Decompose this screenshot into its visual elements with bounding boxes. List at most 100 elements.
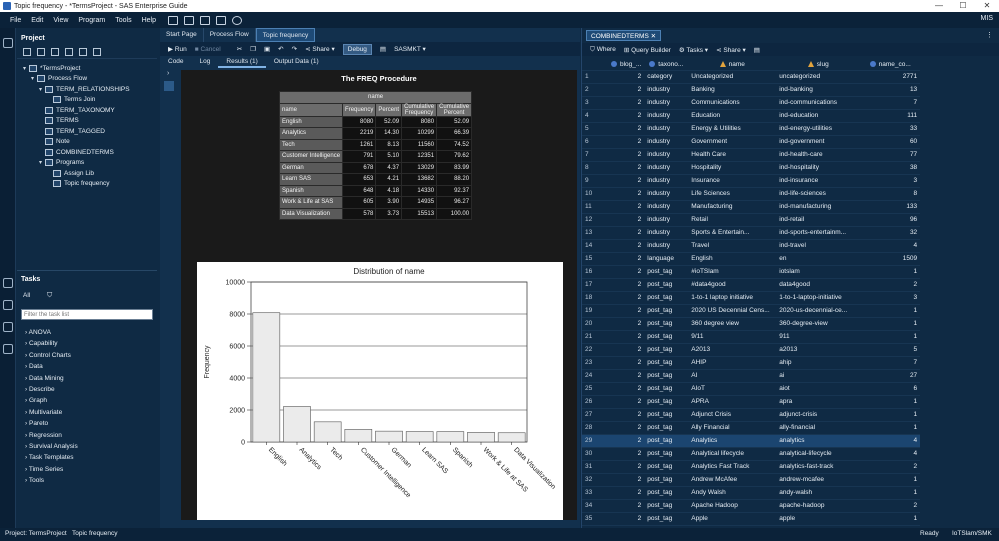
- row-number[interactable]: 2: [582, 83, 608, 97]
- task-category[interactable]: › Pareto: [25, 419, 48, 429]
- grid-cell[interactable]: AI: [688, 369, 777, 383]
- copy-icon[interactable]: ❐: [250, 45, 256, 53]
- task-category[interactable]: › ANOVA: [25, 328, 51, 338]
- row-number[interactable]: 35: [582, 512, 608, 526]
- grid-cell[interactable]: 911: [776, 330, 861, 344]
- task-category[interactable]: › Capability: [25, 339, 58, 349]
- grid-cell[interactable]: ai: [776, 369, 861, 383]
- grid-cell[interactable]: post_tag: [644, 434, 689, 448]
- close-button[interactable]: ✕: [975, 0, 999, 12]
- grid-cell[interactable]: AIoT: [688, 382, 777, 396]
- grid-cell[interactable]: 2: [860, 278, 921, 292]
- filter-icon[interactable]: ⛉: [47, 292, 52, 300]
- grid-cell[interactable]: 2: [607, 265, 645, 279]
- grid-cell[interactable]: 1: [860, 408, 921, 422]
- row-number[interactable]: 17: [582, 278, 608, 292]
- grid-cell[interactable]: 133: [860, 200, 921, 214]
- grid-cell[interactable]: ind-government: [776, 135, 861, 149]
- table-row[interactable]: 17 2 post_tag #data4good data4good 2: [582, 278, 999, 292]
- grid-cell[interactable]: 2: [607, 499, 645, 513]
- undo-icon[interactable]: ↶: [278, 45, 283, 53]
- grid-cell[interactable]: Ally Financial: [688, 421, 777, 435]
- grid-cell[interactable]: 360-degree-view: [776, 317, 861, 331]
- row-number[interactable]: 24: [582, 369, 608, 383]
- row-number[interactable]: 8: [582, 161, 608, 175]
- grid-cell[interactable]: a2013: [776, 343, 861, 357]
- grid-cell[interactable]: 1-to-1 laptop initiative: [688, 291, 777, 305]
- grid-cell[interactable]: 9/11: [688, 330, 777, 344]
- grid-cell[interactable]: 2: [607, 382, 645, 396]
- grid-cell[interactable]: ind-sports-entertainm...: [776, 226, 861, 240]
- grid-cell[interactable]: 2: [607, 96, 645, 110]
- grid-cell[interactable]: English: [688, 252, 777, 266]
- grid-cell[interactable]: A2013: [688, 343, 777, 357]
- table-row[interactable]: 15 2 language English en 1509: [582, 252, 999, 266]
- table-row[interactable]: 3 2 industry Communications ind-communicatio…: [582, 96, 999, 110]
- row-number[interactable]: 14: [582, 239, 608, 253]
- grid-cell[interactable]: Government: [688, 135, 777, 149]
- new-icon[interactable]: [167, 15, 178, 25]
- table-row[interactable]: 16 2 post_tag #ioTSlam iotslam 1: [582, 265, 999, 279]
- grid-cell[interactable]: 2: [607, 226, 645, 240]
- grid-cell[interactable]: Travel: [688, 239, 777, 253]
- grid-cell[interactable]: ind-retail: [776, 213, 861, 227]
- grid-cell[interactable]: post_tag: [644, 330, 689, 344]
- grid-cell[interactable]: Analytics: [688, 434, 777, 448]
- grid-cell[interactable]: 2: [607, 408, 645, 422]
- grid-cell[interactable]: ind-insurance: [776, 174, 861, 188]
- grid-cell[interactable]: ind-energy-utilities: [776, 122, 861, 136]
- grid-cell[interactable]: 2: [607, 395, 645, 409]
- grid-cell[interactable]: industry: [644, 122, 689, 136]
- row-number[interactable]: 18: [582, 291, 608, 305]
- grid-cell[interactable]: post_tag: [644, 369, 689, 383]
- grid-cell[interactable]: 3: [860, 291, 921, 305]
- grid-cell[interactable]: 3: [860, 174, 921, 188]
- grid-cell[interactable]: 360 degree view: [688, 317, 777, 331]
- add-icon[interactable]: [51, 47, 59, 56]
- table-row[interactable]: 19 2 post_tag 2020 US Decennial Cens... 2020…: [582, 304, 999, 318]
- grid-cell[interactable]: ind-banking: [776, 83, 861, 97]
- grid-cell[interactable]: industry: [644, 109, 689, 123]
- data-grid[interactable]: blog_... taxono... name slug name_co... 1 2 ca…: [582, 59, 999, 528]
- grid-cell[interactable]: post_tag: [644, 291, 689, 305]
- table-row[interactable]: 12 2 industry Retail ind-retail 96: [582, 213, 999, 227]
- tree-node[interactable]: Topic frequency: [47, 179, 110, 189]
- grid-cell[interactable]: industry: [644, 96, 689, 110]
- grid-cell[interactable]: 38: [860, 161, 921, 175]
- grid-cell[interactable]: APRA: [688, 395, 777, 409]
- tree-node[interactable]: ▾ Programs: [39, 158, 84, 168]
- tree-node[interactable]: ▾ *TermsProject: [23, 63, 80, 73]
- share-data-button[interactable]: ⋖ Share ▾: [716, 46, 746, 54]
- grid-column-header[interactable]: taxono...: [644, 59, 689, 71]
- grid-cell[interactable]: Analytics Fast Track: [688, 460, 777, 474]
- row-number[interactable]: 26: [582, 395, 608, 409]
- subtab-output-data[interactable]: Output Data (1): [266, 56, 327, 68]
- grid-cell[interactable]: Sports & Entertain...: [688, 226, 777, 240]
- grid-cell[interactable]: 1: [860, 473, 921, 487]
- grid-cell[interactable]: post_tag: [644, 408, 689, 422]
- table-row[interactable]: 4 2 industry Education ind-education 111: [582, 109, 999, 123]
- grid-cell[interactable]: 2: [607, 304, 645, 318]
- grid-cell[interactable]: ally-financial: [776, 421, 861, 435]
- grid-cell[interactable]: 2: [607, 70, 645, 84]
- grid-cell[interactable]: 2: [607, 317, 645, 331]
- row-number[interactable]: 13: [582, 226, 608, 240]
- grid-cell[interactable]: industry: [644, 226, 689, 240]
- grid-cell[interactable]: 2: [607, 330, 645, 344]
- grid-cell[interactable]: Apple: [688, 512, 777, 526]
- grid-cell[interactable]: industry: [644, 174, 689, 188]
- grid-cell[interactable]: analytics: [776, 434, 861, 448]
- subtab-log[interactable]: Log: [192, 56, 219, 68]
- grid-cell[interactable]: 2: [607, 239, 645, 253]
- grid-cell[interactable]: Manufacturing: [688, 200, 777, 214]
- grid-cell[interactable]: 2: [607, 486, 645, 500]
- grid-cell[interactable]: Energy & Utilities: [688, 122, 777, 136]
- grid-cell[interactable]: 2: [860, 499, 921, 513]
- grid-cell[interactable]: andrew-mcafee: [776, 473, 861, 487]
- grid-cell[interactable]: analytical-lifecycle: [776, 447, 861, 461]
- grid-cell[interactable]: 1: [860, 395, 921, 409]
- grid-cell[interactable]: adjunct-crisis: [776, 408, 861, 422]
- grid-cell[interactable]: industry: [644, 161, 689, 175]
- grid-cell[interactable]: 8: [860, 187, 921, 201]
- task-category[interactable]: › Graph: [25, 396, 47, 406]
